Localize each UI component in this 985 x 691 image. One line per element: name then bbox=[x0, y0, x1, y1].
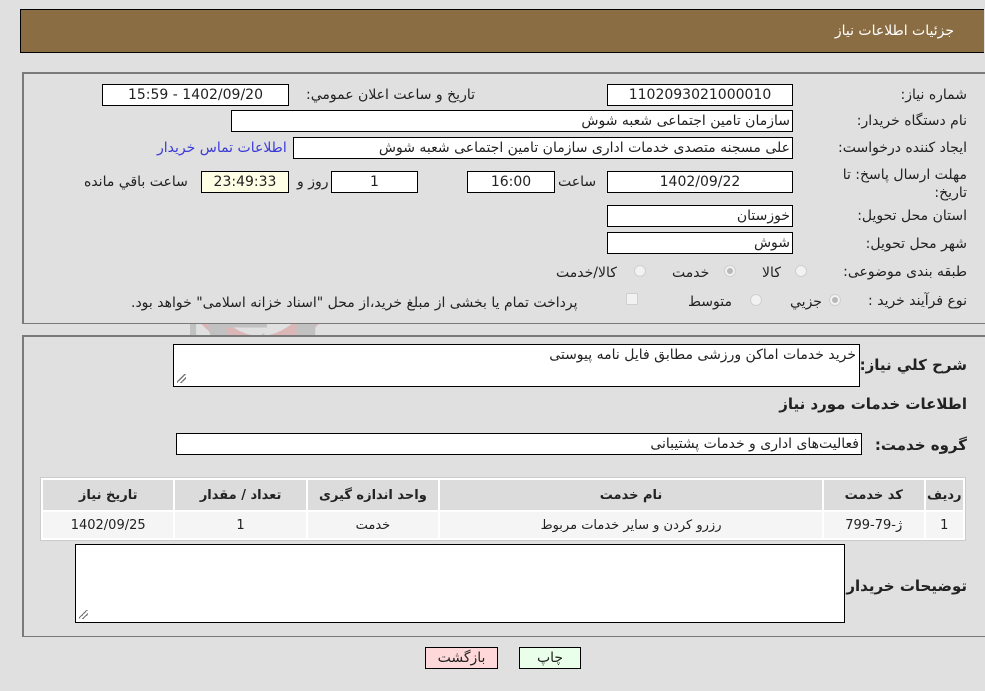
category-radio-service[interactable] bbox=[724, 265, 736, 277]
summary-textarea[interactable]: خرید خدمات اماکن ورزشی مطابق فایل نامه پ… bbox=[173, 344, 860, 387]
process-option-minor: جزیي bbox=[790, 294, 822, 310]
col-unit: واحد اندازه گیری bbox=[307, 480, 439, 510]
service-group-field: فعالیت‌های اداری و خدمات پشتیبانی bbox=[176, 433, 862, 455]
back-button[interactable]: بازگشت bbox=[425, 647, 498, 669]
col-need-date: تاریخ نیاز bbox=[43, 480, 174, 510]
creator-field: علی مسجنه متصدی خدمات اداری سازمان تامین… bbox=[293, 137, 793, 159]
cell-need-date: 1402/09/25 bbox=[43, 512, 174, 538]
category-radio-goods-service[interactable] bbox=[634, 265, 646, 277]
treasury-checkbox[interactable] bbox=[626, 293, 638, 305]
cell-quantity: 1 bbox=[175, 512, 306, 538]
summary-text: خرید خدمات اماکن ورزشی مطابق فایل نامه پ… bbox=[549, 347, 856, 363]
time-remaining-field: 23:49:33 bbox=[201, 171, 289, 193]
buyer-contact-link[interactable]: اطلاعات تماس خریدار bbox=[157, 140, 287, 156]
deadline-time-label: ساعت bbox=[558, 174, 597, 190]
treasury-note: پرداخت تمام یا بخشی از مبلغ خرید،از محل … bbox=[131, 295, 578, 311]
announce-label: تاریخ و ساعت اعلان عمومي: bbox=[306, 87, 475, 103]
resize-grip-icon[interactable] bbox=[79, 610, 88, 619]
announce-datetime-field: 1402/09/20 - 15:59 bbox=[102, 84, 289, 106]
table-row: 1 ژ-79-799 رزرو کردن و سایر خدمات مربوط … bbox=[43, 512, 963, 538]
process-radio-minor[interactable] bbox=[829, 294, 841, 306]
services-heading: اطلاعات خدمات مورد نیاز bbox=[779, 395, 967, 413]
deadline-time-field: 16:00 bbox=[467, 171, 555, 193]
cell-service-name: رزرو کردن و سایر خدمات مربوط bbox=[440, 512, 822, 538]
category-radio-goods[interactable] bbox=[795, 265, 807, 277]
category-option-service: خدمت bbox=[672, 265, 710, 281]
days-remaining-field: 1 bbox=[331, 171, 418, 193]
process-label: نوع فرآیند خرید : bbox=[868, 293, 967, 309]
col-service-name: نام خدمت bbox=[440, 480, 822, 510]
table-header-row: ردیف کد خدمت نام خدمت واحد اندازه گیری ت… bbox=[43, 480, 963, 510]
category-label: طبقه بندی موضوعی: bbox=[843, 264, 967, 280]
page-header: جزئیات اطلاعات نیاز bbox=[20, 9, 984, 53]
province-label: استان محل تحویل: bbox=[857, 208, 967, 224]
summary-label: شرح کلي نیاز: bbox=[859, 356, 967, 374]
cell-service-code: ژ-79-799 bbox=[823, 512, 924, 538]
process-option-medium: متوسط bbox=[688, 294, 732, 310]
category-option-goods: کالا bbox=[762, 265, 781, 281]
city-field: شوش bbox=[607, 232, 793, 254]
print-button[interactable]: چاپ bbox=[519, 647, 581, 669]
deadline-label: مهلت ارسال پاسخ: تا تاریخ: bbox=[842, 167, 967, 201]
creator-label: ایجاد کننده درخواست: bbox=[838, 140, 967, 156]
col-row: ردیف bbox=[925, 480, 963, 510]
page-title: جزئیات اطلاعات نیاز bbox=[834, 23, 954, 39]
deadline-date-field: 1402/09/22 bbox=[607, 171, 793, 193]
process-radio-medium[interactable] bbox=[750, 294, 762, 306]
services-table: ردیف کد خدمت نام خدمت واحد اندازه گیری ت… bbox=[40, 477, 966, 541]
buyer-notes-label: توضیحات خریدار: bbox=[840, 577, 967, 595]
cell-unit: خدمت bbox=[307, 512, 439, 538]
category-option-goods-service: کالا/خدمت bbox=[556, 265, 617, 281]
resize-grip-icon[interactable] bbox=[177, 374, 186, 383]
col-quantity: تعداد / مقدار bbox=[175, 480, 306, 510]
cell-row: 1 bbox=[925, 512, 963, 538]
need-number-label: شماره نیاز: bbox=[900, 87, 968, 103]
city-label: شهر محل تحویل: bbox=[865, 236, 967, 252]
buyer-org-field: سازمان تامین اجتماعی شعبه شوش bbox=[231, 110, 793, 132]
days-label: روز و bbox=[297, 174, 329, 190]
col-service-code: کد خدمت bbox=[823, 480, 924, 510]
service-group-label: گروه خدمت: bbox=[874, 436, 967, 454]
province-field: خوزستان bbox=[607, 205, 793, 227]
need-number-field: 1102093021000010 bbox=[607, 84, 793, 106]
buyer-org-label: نام دستگاه خریدار: bbox=[856, 113, 967, 129]
buyer-notes-textarea[interactable] bbox=[75, 544, 845, 623]
remaining-label: ساعت باقي مانده bbox=[84, 174, 188, 190]
